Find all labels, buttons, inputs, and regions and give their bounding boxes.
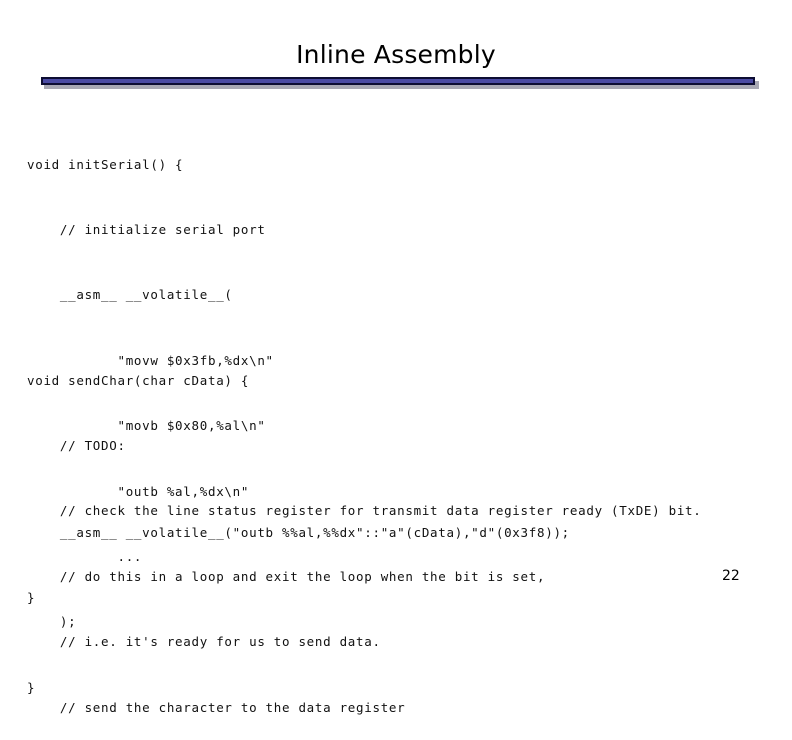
- code-line: }: [27, 589, 36, 605]
- title-rule: [41, 77, 755, 85]
- page-number: 22: [722, 568, 740, 584]
- code-line: // i.e. it's ready for us to send data.: [27, 634, 381, 650]
- code-line: __asm__ __volatile__(: [27, 287, 233, 303]
- code-line: void initSerial() {: [27, 156, 184, 172]
- code-line: // TODO:: [27, 437, 126, 453]
- code-line: // send the character to the data regist…: [27, 699, 406, 715]
- code-block-send-char-asm: __asm__ __volatile__("outb %%al,%%dx"::"…: [27, 478, 570, 631]
- code-line: // initialize serial port: [27, 221, 266, 237]
- code-line: __asm__ __volatile__("outb %%al,%%dx"::"…: [27, 524, 570, 540]
- code-line: void sendChar(char cData) {: [27, 372, 250, 388]
- slide-title: Inline Assembly: [296, 40, 496, 69]
